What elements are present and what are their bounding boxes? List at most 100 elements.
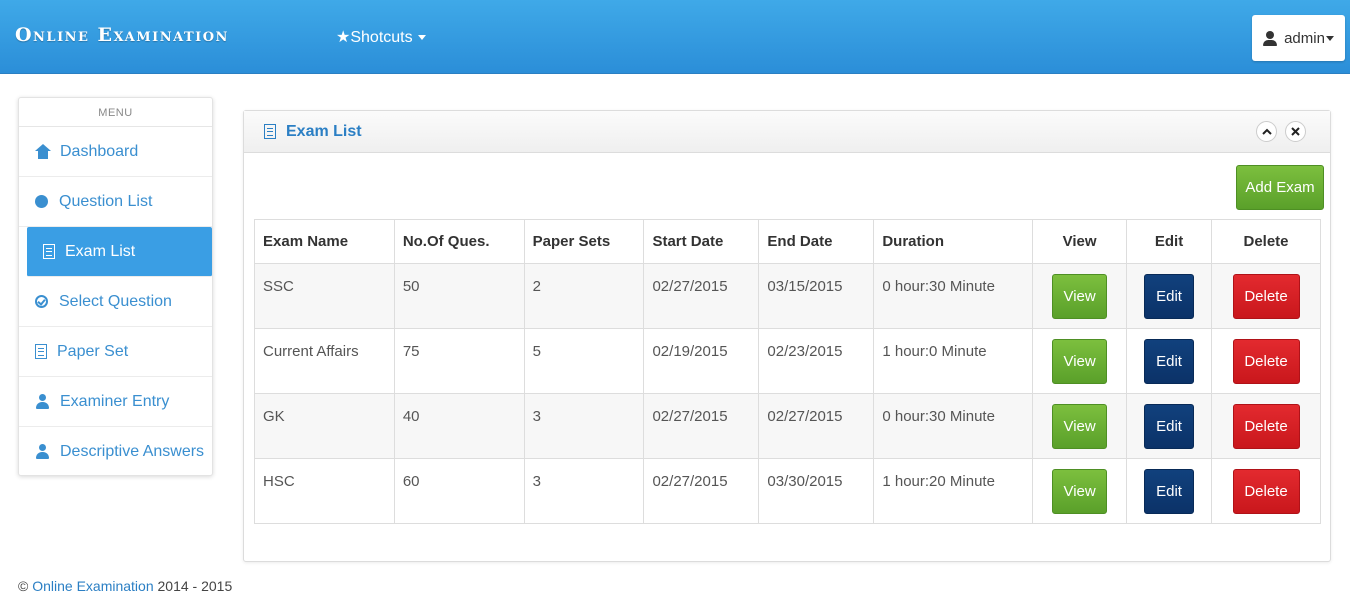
exam-name-cell: GK bbox=[254, 393, 395, 459]
start-date-cell: 02/27/2015 bbox=[643, 393, 760, 459]
exam-list-panel: Exam List Add Exam Exam Name No.Of Ques.… bbox=[243, 110, 1331, 562]
sidebar-item-label: Exam List bbox=[65, 242, 136, 260]
sidebar-item-label: Dashboard bbox=[60, 142, 139, 160]
sidebar-menu: MENU Dashboard Question List Exam List S… bbox=[18, 97, 213, 476]
home-icon bbox=[35, 143, 51, 160]
check-circle-icon bbox=[35, 295, 48, 308]
delete-cell: Delete bbox=[1211, 328, 1321, 394]
edit-button[interactable]: Edit bbox=[1144, 468, 1195, 514]
edit-button[interactable]: Edit bbox=[1144, 338, 1195, 384]
view-cell: View bbox=[1032, 328, 1128, 394]
sidebar-item-exam-list[interactable]: Exam List bbox=[27, 227, 212, 277]
delete-cell: Delete bbox=[1211, 263, 1321, 329]
column-header: Start Date bbox=[643, 219, 760, 264]
user-icon bbox=[1263, 30, 1278, 46]
sidebar-item-select-question[interactable]: Select Question bbox=[19, 277, 212, 327]
view-cell: View bbox=[1032, 458, 1128, 524]
column-header: View bbox=[1032, 219, 1128, 264]
sidebar-item-label: Select Question bbox=[59, 292, 172, 310]
start-date-cell: 02/27/2015 bbox=[643, 263, 760, 329]
duration-cell: 1 hour:20 Minute bbox=[873, 458, 1034, 524]
questions-cell: 75 bbox=[393, 328, 525, 394]
column-header: Duration bbox=[873, 219, 1034, 264]
sidebar-item-label: Descriptive Answers bbox=[60, 443, 205, 460]
close-icon[interactable] bbox=[1285, 121, 1306, 142]
list-icon bbox=[264, 124, 276, 139]
paper-sets-cell: 5 bbox=[523, 328, 645, 394]
start-date-cell: 02/19/2015 bbox=[643, 328, 760, 394]
table-header-row: Exam Name No.Of Ques. Paper Sets Start D… bbox=[254, 219, 1321, 264]
end-date-cell: 02/27/2015 bbox=[758, 393, 875, 459]
duration-cell: 0 hour:30 Minute bbox=[873, 393, 1034, 459]
chevron-down-icon bbox=[417, 35, 426, 41]
collapse-icon[interactable] bbox=[1256, 121, 1277, 142]
end-date-cell: 03/15/2015 bbox=[758, 263, 875, 329]
edit-cell: Edit bbox=[1126, 263, 1213, 329]
column-header: Exam Name bbox=[254, 219, 395, 264]
delete-button[interactable]: Delete bbox=[1232, 273, 1300, 319]
view-button[interactable]: View bbox=[1052, 468, 1108, 514]
user-icon bbox=[35, 393, 51, 410]
questions-cell: 50 bbox=[393, 263, 525, 329]
copyright-symbol: © bbox=[18, 578, 29, 594]
question-circle-icon bbox=[35, 195, 48, 208]
top-navbar: Online Examination ★Shotcuts admin bbox=[0, 0, 1350, 74]
sidebar-item-label: Examiner Entry bbox=[60, 392, 170, 410]
view-cell: View bbox=[1032, 263, 1128, 329]
questions-cell: 60 bbox=[393, 458, 525, 524]
list-icon bbox=[35, 344, 47, 359]
table-row: Current Affairs 75 5 02/19/2015 02/23/20… bbox=[254, 328, 1321, 394]
chevron-down-icon bbox=[1325, 35, 1334, 41]
user-name: admin bbox=[1284, 29, 1325, 47]
sidebar-item-dashboard[interactable]: Dashboard bbox=[19, 127, 212, 177]
sidebar-item-examiner-entry[interactable]: Examiner Entry bbox=[19, 377, 212, 427]
questions-cell: 40 bbox=[393, 393, 525, 459]
view-button[interactable]: View bbox=[1052, 338, 1108, 384]
exam-name-cell: Current Affairs bbox=[254, 328, 395, 394]
table-row: SSC 50 2 02/27/2015 03/15/2015 0 hour:30… bbox=[254, 263, 1321, 329]
end-date-cell: 03/30/2015 bbox=[758, 458, 875, 524]
table-row: GK 40 3 02/27/2015 02/27/2015 0 hour:30 … bbox=[254, 393, 1321, 459]
delete-cell: Delete bbox=[1211, 458, 1321, 524]
brand-logo[interactable]: Online Examination bbox=[15, 24, 229, 46]
column-header: No.Of Ques. bbox=[393, 219, 525, 264]
start-date-cell: 02/27/2015 bbox=[643, 458, 760, 524]
menu-title: MENU bbox=[19, 98, 212, 127]
delete-button[interactable]: Delete bbox=[1232, 468, 1300, 514]
add-exam-button[interactable]: Add Exam bbox=[1236, 165, 1324, 210]
view-button[interactable]: View bbox=[1052, 273, 1108, 319]
exam-name-cell: SSC bbox=[254, 263, 395, 329]
user-icon bbox=[35, 444, 51, 460]
end-date-cell: 02/23/2015 bbox=[758, 328, 875, 394]
shortcuts-dropdown[interactable]: ★Shotcuts bbox=[336, 27, 426, 47]
delete-button[interactable]: Delete bbox=[1232, 338, 1300, 384]
paper-sets-cell: 3 bbox=[523, 458, 645, 524]
delete-button[interactable]: Delete bbox=[1232, 403, 1300, 449]
duration-cell: 0 hour:30 Minute bbox=[873, 263, 1034, 329]
panel-title: Exam List bbox=[286, 122, 362, 140]
column-header: Edit bbox=[1126, 219, 1213, 264]
edit-cell: Edit bbox=[1126, 458, 1213, 524]
paper-sets-cell: 3 bbox=[523, 393, 645, 459]
shortcuts-label: ★Shotcuts bbox=[336, 29, 413, 46]
view-button[interactable]: View bbox=[1052, 403, 1108, 449]
sidebar-item-label: Paper Set bbox=[57, 342, 129, 360]
footer-link[interactable]: Online Examination bbox=[32, 578, 153, 594]
edit-button[interactable]: Edit bbox=[1144, 403, 1195, 449]
edit-cell: Edit bbox=[1126, 393, 1213, 459]
delete-cell: Delete bbox=[1211, 393, 1321, 459]
edit-button[interactable]: Edit bbox=[1144, 273, 1195, 319]
list-icon bbox=[43, 244, 55, 259]
user-menu-button[interactable]: admin bbox=[1252, 15, 1345, 61]
column-header: Paper Sets bbox=[523, 219, 645, 264]
sidebar-item-descriptive-answers[interactable]: Descriptive Answers bbox=[19, 427, 212, 477]
panel-header: Exam List bbox=[244, 111, 1330, 153]
column-header: End Date bbox=[758, 219, 875, 264]
footer: © Online Examination 2014 - 2015 bbox=[18, 578, 232, 594]
exam-table: Exam Name No.Of Ques. Paper Sets Start D… bbox=[254, 219, 1321, 524]
sidebar-item-paper-set[interactable]: Paper Set bbox=[19, 327, 212, 377]
exam-name-cell: HSC bbox=[254, 458, 395, 524]
sidebar-item-label: Question List bbox=[59, 192, 153, 210]
edit-cell: Edit bbox=[1126, 328, 1213, 394]
sidebar-item-question-list[interactable]: Question List bbox=[19, 177, 212, 227]
